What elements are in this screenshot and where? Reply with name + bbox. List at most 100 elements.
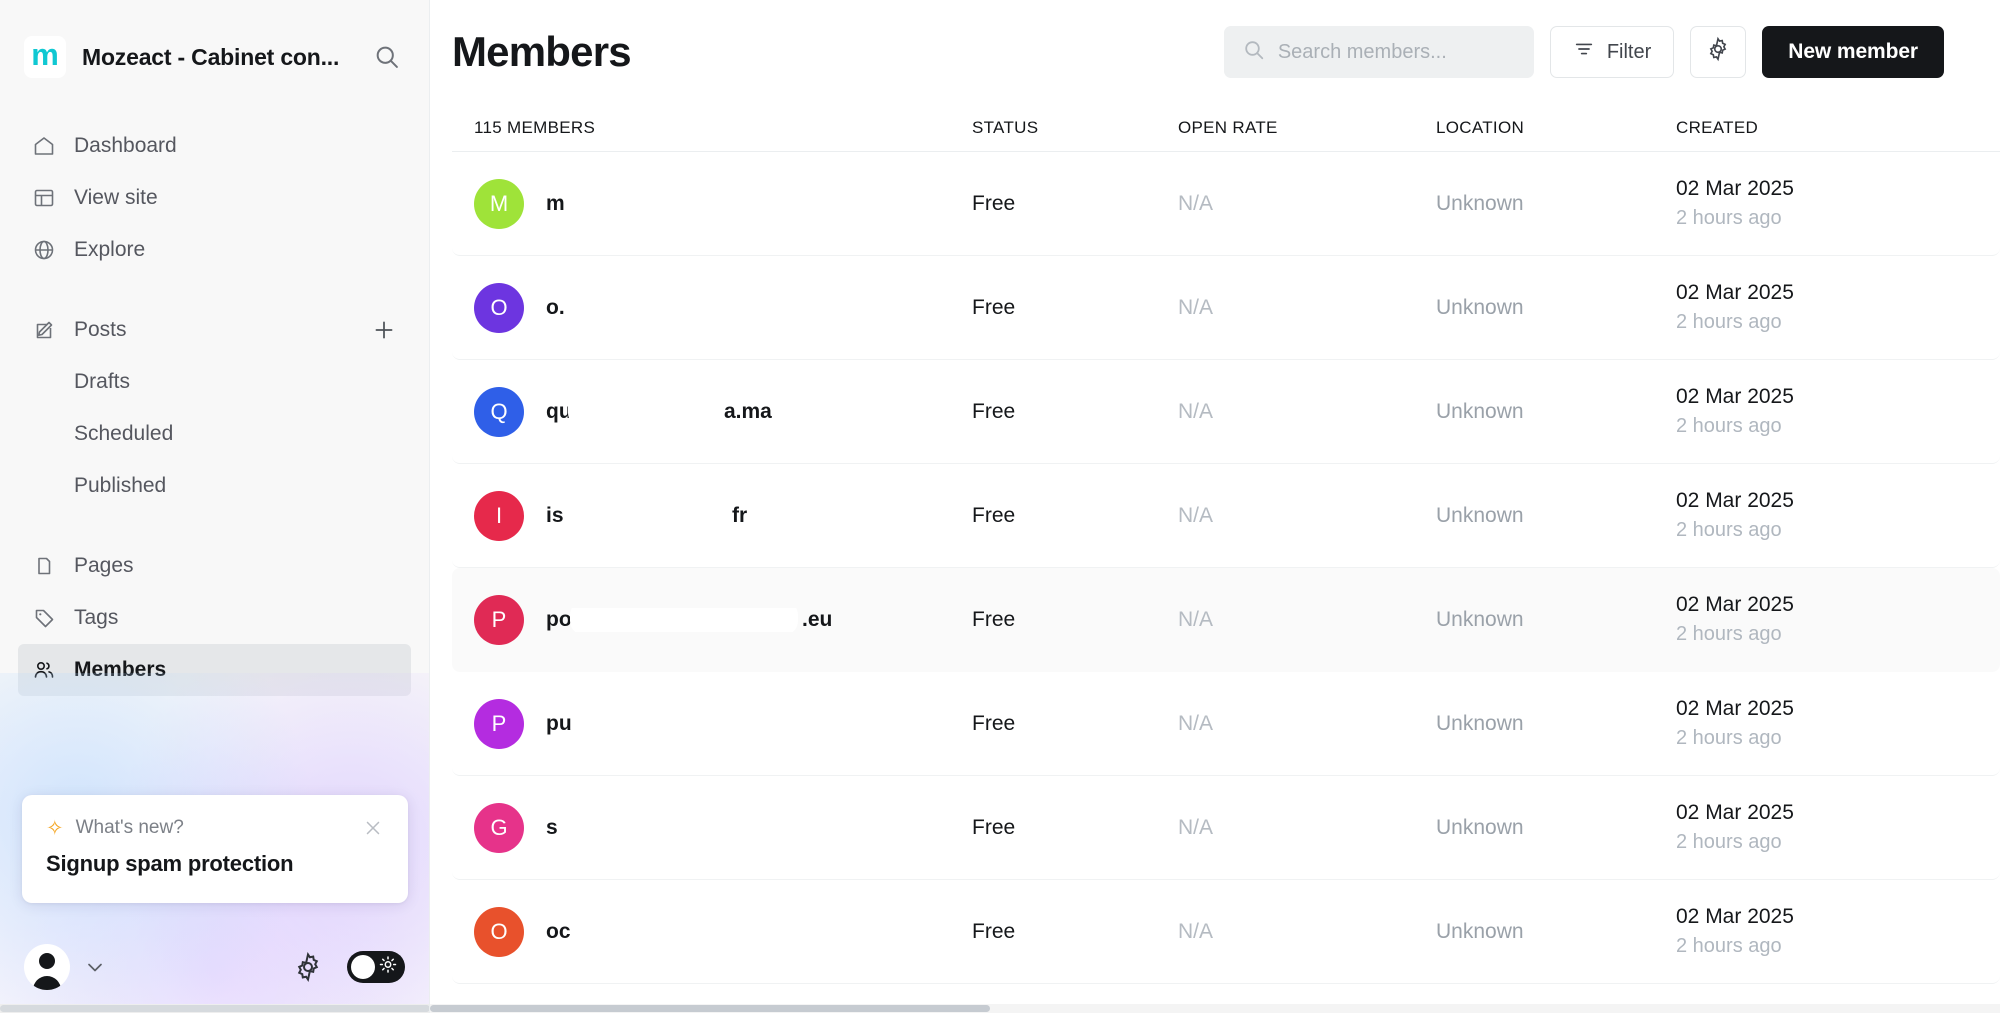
chevron-down-icon[interactable] — [80, 952, 110, 982]
sidebar-item-label: Pages — [74, 554, 134, 577]
page-title: Members — [452, 28, 632, 75]
sidebar-item-label: Scheduled — [74, 422, 174, 445]
search-input[interactable]: Search members... — [1223, 26, 1534, 78]
member-cell: Qqu a.ma — [452, 386, 972, 437]
member-created-ago: 2 hours ago — [1676, 935, 1782, 957]
member-location: Unknown — [1436, 919, 1524, 943]
table-row[interactable]: Ppu Free N/A Unknown 02 Mar 2025 2 hours ago — [452, 672, 2000, 776]
new-member-button[interactable]: New member — [1762, 26, 1944, 78]
filter-button-label: Filter — [1606, 40, 1652, 63]
member-location: Unknown — [1436, 711, 1524, 735]
member-created-date: 02 Mar 2025 — [1676, 385, 1794, 408]
member-created-ago: 2 hours ago — [1676, 831, 1782, 853]
whats-new-label: What's new? — [75, 817, 184, 838]
whats-new-header: ✧ What's new? — [46, 817, 384, 839]
column-header-location: LOCATION — [1436, 117, 1525, 137]
members-table: 115 MEMBERS STATUS OPEN RATE LOCATION CR… — [430, 104, 2000, 984]
member-email: m — [546, 191, 565, 215]
search-icon[interactable] — [369, 39, 405, 75]
sidebar-item-view-site[interactable]: View site — [18, 172, 411, 224]
main-horizontal-scrollbar[interactable] — [430, 1004, 2000, 1013]
avatar: P — [474, 698, 524, 749]
member-created: 02 Mar 2025 2 hours ago — [1676, 593, 2000, 646]
search-icon — [1242, 38, 1266, 67]
table-row[interactable]: Ooc Free N/A Unknown 02 Mar 2025 2 hours ago — [452, 880, 2000, 984]
member-created-ago: 2 hours ago — [1676, 415, 1782, 437]
member-location: Unknown — [1436, 399, 1524, 423]
new-post-plus-icon[interactable] — [371, 317, 397, 343]
member-location: Unknown — [1436, 815, 1524, 839]
member-created-date: 02 Mar 2025 — [1676, 177, 1794, 200]
member-created-ago: 2 hours ago — [1676, 727, 1782, 749]
member-open-rate: N/A — [1178, 399, 1214, 423]
avatar: P — [474, 594, 524, 645]
member-location: Unknown — [1436, 607, 1524, 631]
member-created-ago: 2 hours ago — [1676, 311, 1782, 333]
member-status: Free — [972, 607, 1016, 631]
sidebar-item-label: Explore — [74, 238, 146, 261]
sidebar-footer — [0, 921, 429, 1013]
tag-icon — [32, 606, 56, 630]
member-created: 02 Mar 2025 2 hours ago — [1676, 177, 2000, 230]
member-created-date: 02 Mar 2025 — [1676, 697, 1794, 720]
sidebar-item-label: Tags — [74, 606, 119, 629]
column-header-status: STATUS — [972, 117, 1039, 137]
member-created-date: 02 Mar 2025 — [1676, 593, 1794, 616]
member-email: o. — [546, 295, 565, 319]
member-created-ago: 2 hours ago — [1676, 519, 1782, 541]
filter-button[interactable]: Filter — [1549, 26, 1675, 78]
brand-row[interactable]: m Mozeact - Cabinet con... — [24, 30, 405, 84]
table-row[interactable]: Iis fr Free N/A Unknown 02 Mar 2025 2 hours ag… — [452, 464, 2000, 568]
sidebar: m Mozeact - Cabinet con... Dashboard Vie… — [0, 0, 430, 1013]
member-email: s — [546, 815, 558, 839]
table-row[interactable]: Gs Free N/A Unknown 02 Mar 2025 2 hours ago — [452, 776, 2000, 880]
member-created-ago: 2 hours ago — [1676, 623, 1782, 645]
sidebar-item-posts[interactable]: Posts — [18, 304, 411, 356]
settings-button[interactable] — [1690, 26, 1747, 78]
app-root: m Mozeact - Cabinet con... Dashboard Vie… — [0, 0, 2000, 1013]
avatar: M — [474, 178, 524, 229]
scrollbar-thumb[interactable] — [430, 1005, 990, 1012]
member-cell: Ooc — [452, 906, 972, 957]
sidebar-item-tags[interactable]: Tags — [18, 592, 411, 644]
member-email: pu — [546, 711, 572, 735]
table-row[interactable]: Qqu a.ma Free N/A Unknown 02 Mar 2025 2 hours … — [452, 360, 2000, 464]
sidebar-item-members[interactable]: Members — [18, 644, 411, 696]
redaction-overlay — [568, 503, 728, 528]
member-cell: Gs — [452, 802, 972, 853]
theme-toggle[interactable] — [347, 951, 405, 983]
page-icon — [32, 554, 56, 578]
sidebar-horizontal-scrollbar[interactable] — [0, 1004, 429, 1013]
user-avatar-icon[interactable] — [24, 944, 70, 990]
avatar: I — [474, 490, 524, 541]
table-body: Mm Free N/A Unknown 02 Mar 2025 2 hours ago Oo… — [452, 152, 2000, 984]
column-header-created: CREATED — [1676, 117, 1759, 137]
table-row[interactable]: Oo. Free N/A Unknown 02 Mar 2025 2 hours ago — [452, 256, 2000, 360]
sidebar-item-published[interactable]: Published — [18, 460, 411, 512]
site-logo: m — [24, 36, 66, 78]
sidebar-footer-actions — [291, 950, 405, 984]
sidebar-item-pages[interactable]: Pages — [18, 540, 411, 592]
sidebar-item-explore[interactable]: Explore — [18, 224, 411, 276]
member-status: Free — [972, 295, 1016, 319]
sidebar-item-dashboard[interactable]: Dashboard — [18, 120, 411, 172]
member-created: 02 Mar 2025 2 hours ago — [1676, 801, 2000, 854]
scrollbar-thumb[interactable] — [0, 1005, 429, 1012]
member-status: Free — [972, 399, 1016, 423]
table-row[interactable]: Mm Free N/A Unknown 02 Mar 2025 2 hours ago — [452, 152, 2000, 256]
whats-new-card[interactable]: ✧ What's new? Signup spam protection — [22, 795, 408, 903]
theme-toggle-knob — [351, 955, 375, 979]
close-icon[interactable] — [362, 817, 384, 839]
sidebar-item-drafts[interactable]: Drafts — [18, 356, 411, 408]
table-row[interactable]: Ppo .eu Free N/A Unknown 02 Mar 2025 2 hours a… — [452, 568, 2000, 672]
gear-icon[interactable] — [291, 950, 325, 984]
member-status: Free — [972, 191, 1016, 215]
sidebar-item-scheduled[interactable]: Scheduled — [18, 408, 411, 460]
sun-icon — [379, 956, 397, 979]
member-created: 02 Mar 2025 2 hours ago — [1676, 697, 2000, 750]
member-cell: Oo. — [452, 282, 972, 333]
search-placeholder: Search members... — [1277, 40, 1447, 63]
member-open-rate: N/A — [1178, 815, 1214, 839]
header-toolbar: Search members... Filter New member — [1223, 26, 1944, 78]
sidebar-item-label: Drafts — [74, 370, 131, 393]
